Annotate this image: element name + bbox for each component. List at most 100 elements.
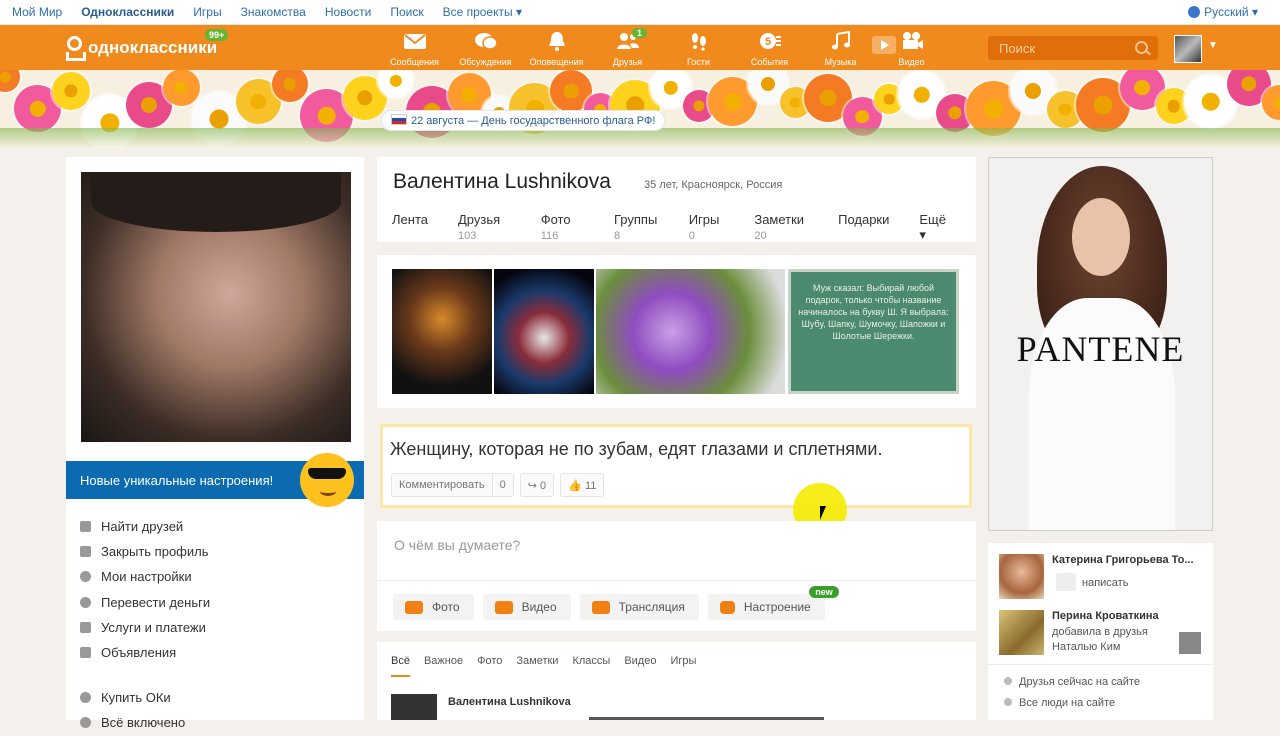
profile-photo[interactable]	[81, 172, 351, 442]
like-button[interactable]: 👍 11	[560, 473, 605, 497]
menu-classifieds[interactable]: Объявления	[80, 640, 210, 665]
nav-discussions[interactable]: Обсуждения	[457, 25, 514, 70]
feed-tab-photos[interactable]: Фото	[477, 655, 502, 677]
gear-icon	[80, 571, 91, 583]
tab-count: 0	[688, 230, 695, 242]
flower-center	[1058, 103, 1072, 116]
globe-icon	[1188, 6, 1201, 18]
flower-center	[1093, 95, 1113, 115]
flower-center	[1241, 76, 1257, 92]
tab-games[interactable]: Игры 0	[689, 212, 740, 243]
photo-thumbnail[interactable]	[392, 269, 492, 394]
menu-label: Перевести деньги	[101, 594, 211, 610]
photo-note-card[interactable]: Муж сказал: Выбирай любой подарок, тольк…	[788, 269, 959, 394]
link-dating[interactable]: Знакомства	[241, 5, 306, 19]
link-search[interactable]: Поиск	[390, 5, 423, 19]
nav-messages[interactable]: Сообщения	[386, 25, 443, 70]
search-icon[interactable]	[1135, 41, 1148, 54]
post-photo-button[interactable]: Фото	[393, 594, 474, 620]
comment-button[interactable]: Комментировать 0	[391, 473, 514, 497]
tab-friends[interactable]: Друзья 103	[458, 212, 526, 243]
menu-label: Закрыть профиль	[101, 544, 209, 560]
photo-thumbnail[interactable]	[494, 269, 594, 394]
nav-music[interactable]: Музыка	[812, 25, 869, 70]
smiley-mouth	[320, 487, 336, 496]
video-play-icon[interactable]	[872, 36, 896, 54]
menu-close-profile[interactable]: Закрыть профиль	[80, 539, 210, 564]
tab-gifts[interactable]: Подарки	[838, 212, 904, 243]
event-avatar[interactable]	[999, 554, 1044, 599]
post-buttons: Фото Видео Трансляция Настроение new	[393, 586, 839, 620]
menu-buy-oki[interactable]: Купить ОКи	[80, 685, 210, 710]
search-input[interactable]: Поиск	[988, 36, 1158, 60]
flower-center	[983, 98, 1004, 119]
flower-banner	[0, 70, 1280, 148]
event-target-name[interactable]: Наталью Ким	[1052, 641, 1120, 653]
chevron-down-icon[interactable]: ▼	[1208, 40, 1218, 51]
menu-label: Мои настройки	[101, 569, 192, 585]
tab-groups[interactable]: Группы 8	[614, 212, 674, 243]
post-mood-button[interactable]: Настроение new	[707, 586, 839, 620]
new-badge: new	[809, 586, 839, 598]
feed-tab-games[interactable]: Игры	[670, 655, 696, 677]
link-games[interactable]: Игры	[193, 5, 221, 19]
ok-logo[interactable]: одноклассники	[64, 35, 217, 61]
post-input[interactable]: О чём вы думаете?	[394, 537, 520, 553]
event-target-avatar[interactable]	[1179, 632, 1201, 654]
nav-notifications[interactable]: Оповещения	[528, 25, 585, 70]
event-user-name[interactable]: Катерина Григорьева То...	[1052, 554, 1212, 566]
feed-tab-classes[interactable]: Классы	[572, 655, 610, 677]
tab-label: Подарки	[838, 212, 890, 227]
pantene-ad[interactable]: PANTENE	[988, 157, 1213, 531]
write-message-link[interactable]: написать	[1082, 577, 1128, 589]
holiday-announcement[interactable]: 22 августа — День государственного флага…	[381, 110, 666, 131]
tab-feed[interactable]: Лента	[392, 212, 443, 243]
post-video-button[interactable]: Видео	[482, 594, 571, 620]
nav-friends[interactable]: 1 Друзья	[599, 25, 656, 70]
menu-all-inclusive[interactable]: Всё включено	[80, 710, 210, 735]
nav-events[interactable]: 5 События	[741, 25, 798, 70]
tab-notes[interactable]: Заметки 20	[754, 212, 823, 243]
feed-tab-important[interactable]: Важное	[424, 655, 463, 677]
profile-menu: Найти друзей Закрыть профиль Мои настрой…	[80, 514, 210, 736]
feed-tab-notes[interactable]: Заметки	[516, 655, 558, 677]
online-friends-link[interactable]: Друзья сейчас на сайте	[1004, 676, 1140, 688]
flower-center	[63, 84, 78, 98]
event-item[interactable]: Катерина Григорьева То... написать	[999, 554, 1213, 604]
menu-services-payments[interactable]: Услуги и платежи	[80, 615, 210, 640]
ad-model-face	[1072, 198, 1130, 276]
language-selector[interactable]: Русский ▾	[1188, 5, 1258, 19]
online-people-link[interactable]: Все люди на сайте	[1004, 697, 1115, 709]
divider	[377, 580, 976, 581]
share-count: 0	[540, 479, 547, 492]
feed-tab-video[interactable]: Видео	[624, 655, 656, 677]
header-nav: Сообщения Обсуждения Оповещения 1 Друзья…	[386, 25, 954, 70]
tab-label: Заметки	[754, 212, 805, 227]
menu-transfer-money[interactable]: Перевести деньги	[80, 590, 210, 615]
logo-notification-badge: 99+	[205, 29, 229, 41]
online-people-label: Все люди на сайте	[1019, 697, 1116, 709]
feed-author-avatar[interactable]	[391, 694, 437, 720]
feed-tab-all[interactable]: Всё	[391, 655, 410, 677]
broadcast-icon	[591, 600, 610, 614]
menu-settings[interactable]: Мои настройки	[80, 564, 210, 589]
event-avatar[interactable]	[999, 610, 1044, 655]
event-user-name[interactable]: Перина Кроваткина	[1052, 610, 1212, 622]
link-odnoklassniki[interactable]: Одноклассники	[81, 5, 174, 19]
tab-more[interactable]: Ещё ▾	[919, 212, 961, 243]
header-avatar[interactable]	[1174, 35, 1202, 63]
tab-photos[interactable]: Фото 116	[541, 212, 599, 243]
nav-guests[interactable]: Гости	[670, 25, 727, 70]
post-stream-button[interactable]: Трансляция	[579, 594, 699, 620]
share-button[interactable]: ↪ 0	[519, 473, 555, 497]
event-item[interactable]: Перина Кроваткина добавила в друзья Ната…	[999, 610, 1213, 660]
money-icon	[80, 596, 91, 608]
photos-strip: Муж сказал: Выбирай любой подарок, тольк…	[377, 255, 976, 408]
link-moy-mir[interactable]: Мой Мир	[12, 5, 62, 19]
link-news[interactable]: Новости	[325, 5, 371, 19]
flower-decoration	[162, 70, 200, 106]
link-all-projects[interactable]: Все проекты ▾	[443, 5, 522, 19]
photo-thumbnail[interactable]	[596, 269, 785, 394]
menu-find-friends[interactable]: Найти друзей	[80, 514, 210, 539]
feed-author-name[interactable]: Валентина Lushnikova	[448, 696, 571, 708]
